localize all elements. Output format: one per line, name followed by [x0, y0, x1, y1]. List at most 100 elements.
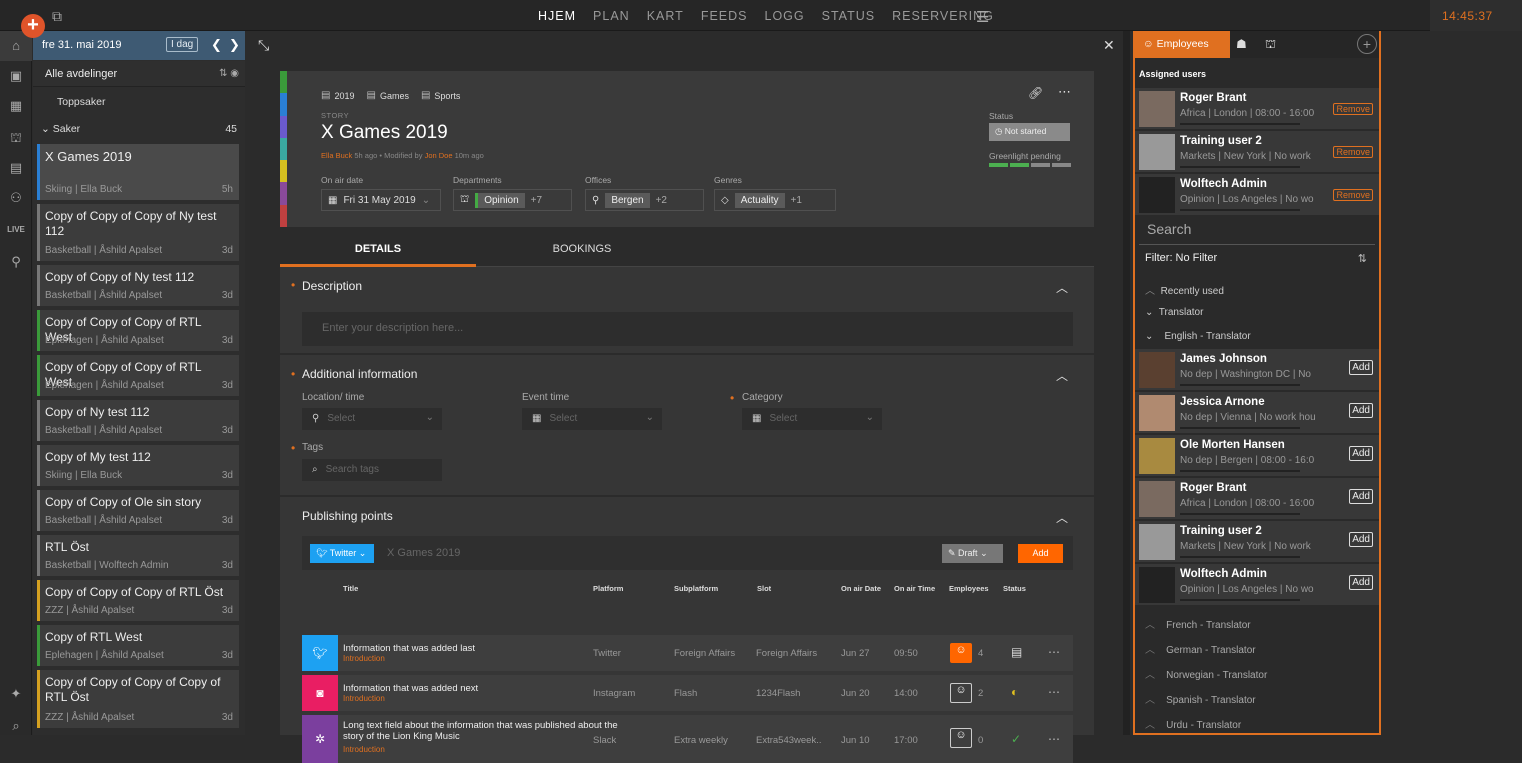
- add-user-button[interactable]: Add: [1349, 532, 1373, 547]
- event-time-select[interactable]: ▦ Select ⌄: [522, 408, 662, 430]
- sort-icon[interactable]: ⇅: [1358, 252, 1367, 265]
- nav-hjem[interactable]: HJEM: [538, 9, 576, 23]
- translator-group-item[interactable]: ︿ Spanish - Translator: [1145, 691, 1256, 706]
- crumb-year[interactable]: ▤ 2019: [321, 90, 354, 101]
- add-circle-icon[interactable]: +: [1357, 34, 1377, 54]
- live-icon[interactable]: LIVE: [0, 215, 32, 245]
- story-list-item[interactable]: Copy of Copy of Copy of RTL West Eplehag…: [37, 310, 239, 351]
- publishing-row[interactable]: ◙ Information that was added next Introd…: [302, 675, 1073, 711]
- story-list-item[interactable]: X Games 2019 Skiing | Ella Buck 5h: [37, 144, 239, 200]
- people-icon[interactable]: ⚇: [0, 183, 32, 213]
- status-icon[interactable]: ▤: [1011, 645, 1022, 659]
- chevron-up-icon[interactable]: ︿: [1056, 279, 1068, 296]
- status-icon[interactable]: ✓: [1011, 732, 1021, 746]
- story-list-item[interactable]: Copy of Copy of Copy of RTL Öst ZZZ | Ås…: [37, 580, 239, 621]
- translator-group-item[interactable]: ︿ German - Translator: [1145, 641, 1256, 656]
- remove-user-button[interactable]: Remove: [1333, 103, 1373, 115]
- publishing-row[interactable]: ✲ Long text field about the information …: [302, 715, 1073, 763]
- story-list-item[interactable]: Copy of Copy of Ole sin story Basketball…: [37, 490, 239, 531]
- location-select[interactable]: ⚲ Select ⌄: [302, 408, 442, 430]
- crumb-sports[interactable]: ▤ Sports: [421, 90, 460, 101]
- story-list-item[interactable]: Copy of My test 112 Skiing | Ella Buck 3…: [37, 445, 239, 486]
- employee-search-input[interactable]: Search: [1139, 219, 1375, 245]
- scrollbar[interactable]: [1123, 31, 1130, 735]
- story-list-item[interactable]: RTL Öst Basketball | Wolftech Admin 3d: [37, 535, 239, 576]
- hierarchy-icon[interactable]: ⛫: [1265, 37, 1276, 53]
- author-name[interactable]: Ella Buck: [321, 151, 352, 160]
- offices-field[interactable]: ⚲ Bergen +2: [585, 189, 704, 211]
- nav-status[interactable]: STATUS: [822, 9, 875, 23]
- tab-details[interactable]: DETAILS: [280, 243, 476, 255]
- current-date[interactable]: fre 31. mai 2019: [42, 39, 122, 51]
- translator-group-item[interactable]: ︿ Urdu - Translator: [1145, 716, 1241, 731]
- nav-plan[interactable]: PLAN: [593, 9, 630, 23]
- pin-icon[interactable]: ✦: [0, 679, 32, 709]
- chevron-up-icon[interactable]: ︿: [1056, 367, 1068, 384]
- story-icon[interactable]: ▣: [0, 61, 32, 91]
- more-options-icon[interactable]: ⋯: [1058, 84, 1071, 100]
- translator-group-item[interactable]: ︿ French - Translator: [1145, 616, 1251, 631]
- story-list-item[interactable]: Copy of Copy of Copy of Ny test 112 Bask…: [37, 204, 239, 261]
- publishing-name-input[interactable]: X Games 2019: [387, 547, 460, 559]
- person-icon[interactable]: ☺: [950, 728, 972, 748]
- status-dropdown[interactable]: ◷ Not started: [989, 123, 1070, 141]
- story-list-item[interactable]: Copy of Copy of Copy of RTL West Eplehag…: [37, 355, 239, 396]
- saker-group[interactable]: ⌄ Saker 45: [41, 123, 237, 135]
- description-input[interactable]: Enter your description here...: [302, 312, 1073, 346]
- hamburger-menu-icon[interactable]: ☰: [976, 8, 989, 26]
- add-user-button[interactable]: Add: [1349, 360, 1373, 375]
- nav-feeds[interactable]: FEEDS: [701, 9, 748, 23]
- collapse-icon[interactable]: ⤡: [258, 37, 269, 54]
- departments-field[interactable]: ⛫ Opinion +7: [453, 189, 572, 211]
- more-options-icon[interactable]: ⋯: [1048, 685, 1060, 699]
- filter-row[interactable]: Filter: No Filter ⇅: [1139, 250, 1375, 266]
- category-select[interactable]: ▦ Select ⌄: [742, 408, 882, 430]
- add-user-button[interactable]: Add: [1349, 446, 1373, 461]
- add-user-button[interactable]: Add: [1349, 489, 1373, 504]
- story-list-item[interactable]: Copy of Copy of Ny test 112 Basketball |…: [37, 265, 239, 306]
- translator-group-item[interactable]: ︿ Norwegian - Translator: [1145, 666, 1267, 681]
- next-day-icon[interactable]: ❯: [229, 37, 240, 53]
- recently-used-group[interactable]: ︿ Recently used: [1145, 282, 1224, 297]
- add-user-button[interactable]: Add: [1349, 403, 1373, 418]
- translator-group[interactable]: ⌄ Translator: [1145, 307, 1203, 318]
- prev-day-icon[interactable]: ❮: [211, 37, 222, 53]
- person-icon[interactable]: ☺: [950, 643, 972, 663]
- wolf-icon[interactable]: ☗: [1236, 37, 1247, 51]
- add-user-button[interactable]: Add: [1349, 575, 1373, 590]
- story-list-item[interactable]: Copy of Ny test 112 Basketball | Åshild …: [37, 400, 239, 441]
- link-icon[interactable]: 🔗︎: [1028, 86, 1043, 100]
- document-icon[interactable]: ▤: [0, 153, 32, 183]
- toppsaker-item[interactable]: Toppsaker: [57, 96, 105, 108]
- platform-select-button[interactable]: 🐦︎ Twitter ⌄: [310, 544, 374, 563]
- more-options-icon[interactable]: ⋯: [1048, 732, 1060, 746]
- draft-dropdown[interactable]: ✎ Draft ⌄: [942, 544, 1003, 563]
- person-icon[interactable]: ☺: [950, 683, 972, 703]
- hierarchy-icon[interactable]: ⛫: [0, 123, 32, 153]
- calendar-icon[interactable]: ▦: [0, 91, 32, 121]
- on-air-date-field[interactable]: ▦ Fri 31 May 2019 ⌄: [321, 189, 441, 211]
- genres-field[interactable]: ◇ Actuality +1: [714, 189, 836, 211]
- nav-logg[interactable]: LOGG: [765, 9, 805, 23]
- tags-search[interactable]: ⌕ Search tags: [302, 459, 442, 481]
- story-title[interactable]: X Games 2019: [321, 122, 448, 144]
- status-icon[interactable]: ◐: [1011, 685, 1018, 699]
- remove-user-button[interactable]: Remove: [1333, 189, 1373, 201]
- create-new-button[interactable]: +: [21, 14, 45, 38]
- modifier-name[interactable]: Jon Doe: [425, 151, 453, 160]
- chevron-up-icon[interactable]: ︿: [1056, 509, 1068, 526]
- today-button[interactable]: I dag: [166, 37, 199, 52]
- crumb-games[interactable]: ▤ Games: [366, 90, 408, 101]
- remove-user-button[interactable]: Remove: [1333, 146, 1373, 158]
- publishing-row[interactable]: 🐦︎ Information that was added last Intro…: [302, 635, 1073, 671]
- nav-kart[interactable]: KART: [647, 9, 684, 23]
- story-list-item[interactable]: Copy of Copy of Copy of Copy of RTL Öst …: [37, 670, 239, 728]
- department-filter[interactable]: Alle avdelinger ⇅ ◉: [33, 61, 245, 87]
- close-icon[interactable]: ✕: [1103, 37, 1115, 54]
- sort-visibility-icon[interactable]: ⇅ ◉: [219, 68, 239, 79]
- english-translator-group[interactable]: ⌄ English - Translator: [1145, 331, 1251, 342]
- tab-employees[interactable]: ☺ Employees: [1135, 31, 1230, 58]
- tab-bookings[interactable]: BOOKINGS: [484, 243, 680, 255]
- link-icon[interactable]: ⚲: [0, 247, 32, 277]
- more-options-icon[interactable]: ⋯: [1048, 645, 1060, 659]
